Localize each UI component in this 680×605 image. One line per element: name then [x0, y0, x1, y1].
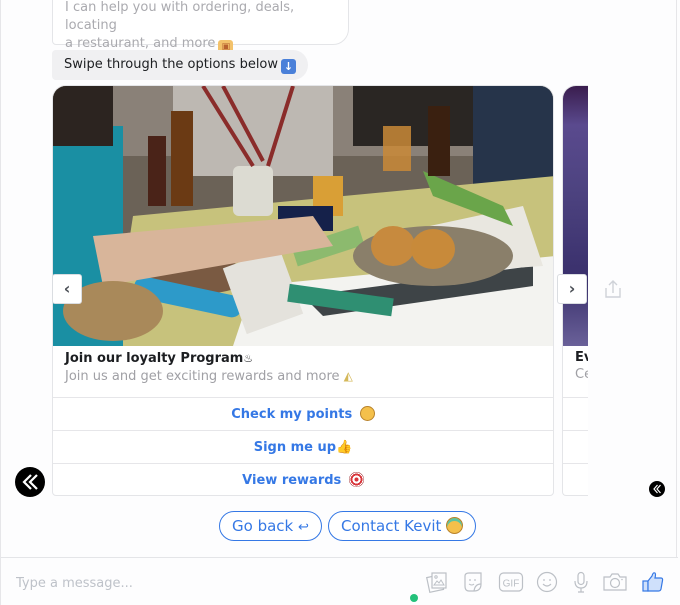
button-label: Sign me up	[253, 440, 337, 455]
double-chevron-left-icon	[653, 484, 661, 494]
thumbs-up-icon: 👍	[336, 440, 353, 455]
down-arrow-icon: ↓	[281, 59, 297, 74]
card-subtitle: Join us and get exciting rewards and mor…	[65, 369, 340, 384]
collapse-right-icon[interactable]	[649, 481, 665, 497]
face-with-monocle-icon	[359, 406, 375, 421]
quick-reply-go-back[interactable]: Go back ↩	[219, 511, 322, 541]
divider	[563, 430, 588, 431]
button-label: View rewards	[242, 473, 342, 488]
card-subtitle: Ce	[575, 367, 588, 382]
sticker-icon[interactable]	[461, 570, 485, 594]
person-in-bath-icon: ♨	[243, 352, 254, 365]
view-rewards-button[interactable]: View rewards	[53, 464, 553, 495]
online-status-indicator	[410, 594, 418, 602]
carousel-next-button[interactable]: ›	[557, 274, 587, 304]
emoji-icon[interactable]	[535, 570, 559, 594]
double-chevron-left-icon	[22, 474, 38, 490]
dinner-party-photo	[53, 86, 553, 346]
camera-icon[interactable]	[602, 570, 628, 594]
message-composer: GIF	[1, 557, 678, 605]
share-icon-glyph	[605, 280, 621, 298]
collapse-left-icon[interactable]	[15, 467, 45, 497]
check-my-points-button[interactable]: Check my points	[53, 398, 553, 431]
button-label: Check my points	[231, 407, 353, 422]
message-text: Swipe through the options below	[64, 57, 279, 72]
carousel-card: Join our loyalty Program♨ Join us and ge…	[52, 85, 554, 496]
microphone-icon[interactable]	[569, 570, 593, 594]
chat-window: I can help you with ordering, deals, loc…	[0, 0, 678, 605]
image-icon[interactable]	[425, 570, 449, 594]
card-image	[563, 86, 588, 346]
smiling-face-with-halo-icon	[446, 517, 464, 534]
direct-hit-icon	[348, 472, 364, 487]
share-icon[interactable]	[602, 278, 624, 300]
card-title: Join our loyalty Program	[65, 351, 244, 366]
sign-me-up-button[interactable]: Sign me up👍	[53, 431, 553, 464]
message-text-line-2: a restaurant, and more	[65, 36, 216, 51]
message-text-line-1: I can help you with ordering, deals, loc…	[65, 0, 295, 33]
message-input[interactable]	[16, 572, 396, 594]
quick-reply-contact-kevit[interactable]: Contact Kevit	[328, 511, 477, 541]
gif-icon[interactable]: GIF	[498, 570, 524, 594]
card-image	[53, 86, 553, 346]
bot-message-bubble: I can help you with ordering, deals, loc…	[52, 0, 349, 55]
return-arrow-icon: ↩	[298, 520, 309, 535]
carousel-prev-button[interactable]: ‹	[52, 274, 82, 304]
like-icon[interactable]	[641, 570, 665, 594]
divider	[563, 463, 588, 464]
party-popper-icon: ◭	[343, 369, 353, 383]
card-title: Ev	[575, 350, 588, 365]
svg-text:GIF: GIF	[503, 579, 520, 590]
card-body: Join our loyalty Program♨ Join us and ge…	[53, 346, 553, 398]
quick-reply-label: Contact Kevit	[341, 517, 442, 535]
divider	[563, 397, 588, 398]
bot-message-bubble: Swipe through the options below ↓	[52, 50, 309, 80]
quick-reply-label: Go back	[232, 517, 294, 535]
